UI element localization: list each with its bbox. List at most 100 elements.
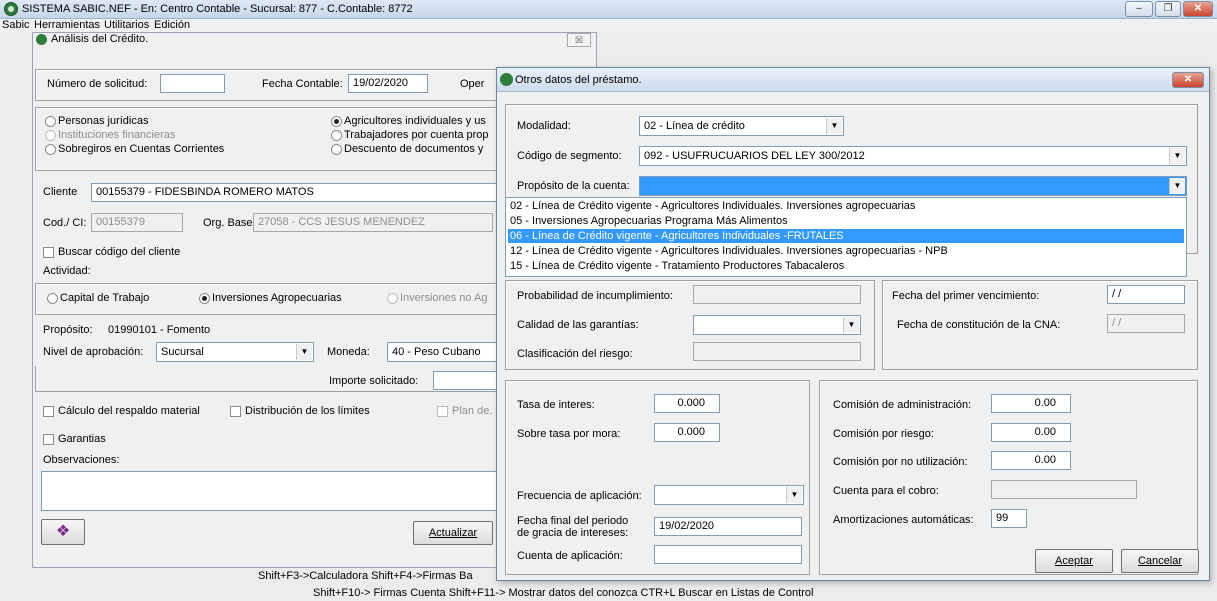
segmento-select[interactable]: 092 - USUFRUCUARIOS DEL LEY 300/2012 ▼ [639,146,1187,166]
trabajadores-label: Trabajadores por cuenta prop [344,129,489,141]
probabilidad-input [693,285,861,304]
radio-sobregiros[interactable] [45,144,56,155]
distribucion-label: Distribución de los límites [245,405,370,417]
otros-close-button[interactable]: ✕ [1172,72,1204,88]
buscar-cliente-checkbox[interactable] [43,247,54,258]
amortizaciones-input[interactable]: 99 [991,509,1027,528]
option-02[interactable]: 02 - Línea de Crédito vigente - Agricult… [508,199,1184,213]
menu-sabic[interactable]: Sabic [2,19,30,32]
nivel-aprobacion-select[interactable]: Sucursal ▼ [156,342,314,362]
close-button[interactable]: ✕ [1183,1,1213,17]
credit-window-title: Análisis del Crédito. [51,33,149,45]
sobretasa-input[interactable]: 0.000 [654,423,720,442]
clasificacion-input [693,342,861,361]
moneda-select[interactable]: 40 - Peso Cubano [387,342,499,362]
importe-input[interactable] [433,371,503,390]
agricultores-label: Agricultores individuales y us [344,115,486,127]
modalidad-select[interactable]: 02 - Línea de crédito ▼ [639,116,844,136]
radio-instituciones [45,130,56,141]
radio-inversiones-agro[interactable] [199,293,210,304]
calculo-checkbox[interactable] [43,406,54,417]
radio-inversiones-no-ag [387,293,398,304]
segmento-label: Código de segmento: [517,150,622,162]
probabilidad-label: Probabilidad de incumplimiento: [517,290,673,302]
frecuencia-select[interactable]: ▼ [654,485,804,505]
observaciones-textarea[interactable] [41,471,501,511]
cuenta-cobro-input [991,480,1137,499]
menu-herramientas[interactable]: Herramientas [34,19,100,32]
option-05[interactable]: 05 - Inversiones Agropecuarias Programa … [508,214,1184,228]
frecuencia-label: Frecuencia de aplicación: [517,490,642,502]
cod-ci-label: Cod./ CI: [43,217,87,229]
minimize-button[interactable]: – [1125,1,1153,17]
com-admin-input[interactable]: 0.00 [991,394,1071,413]
calidad-label: Calidad de las garantías: [517,319,639,331]
fecha-contable-input[interactable]: 19/02/2020 [348,74,428,93]
segmento-value: 092 - USUFRUCUARIOS DEL LEY 300/2012 [644,150,865,162]
radio-agricultores[interactable] [331,116,342,127]
personas-juridicas-label: Personas jurídicas [58,115,149,127]
fecha-contable-label: Fecha Contable: [262,78,343,90]
book-icon-button[interactable]: ❖ [41,519,85,545]
option-12[interactable]: 12 - Línea de Crédito vigente - Agricult… [508,244,1184,258]
tasa-input[interactable]: 0.000 [654,394,720,413]
garantias-label: Garantias [58,433,106,445]
proposito-dropdown-list: 02 - Línea de Crédito vigente - Agricult… [505,197,1187,277]
num-solicitud-input[interactable] [160,74,225,93]
proposito-cuenta-label: Propósito de la cuenta: [517,180,630,192]
primer-venc-input[interactable]: / / [1107,285,1185,304]
plan-checkbox [437,406,448,417]
aceptar-button[interactable]: Aceptar [1035,549,1113,573]
maximize-button[interactable]: ❐ [1155,1,1181,17]
cna-label: Fecha de constitución de la CNA: [897,319,1061,331]
modalidad-value: 02 - Línea de crédito [644,120,745,132]
cuenta-aplicacion-input[interactable] [654,545,802,564]
com-riesgo-label: Comisión por riesgo: [833,428,934,440]
chevron-down-icon: ▼ [786,487,802,503]
calidad-select[interactable]: ▼ [693,315,861,335]
com-riesgo-input[interactable]: 0.00 [991,423,1071,442]
nivel-aprobacion-value: Sucursal [161,346,204,358]
cna-input: / / [1107,314,1185,333]
radio-trabajadores[interactable] [331,130,342,141]
actividad-label: Actividad: [43,265,91,277]
radio-capital-trabajo[interactable] [47,293,58,304]
primer-venc-label: Fecha del primer vencimiento: [892,290,1040,302]
cancelar-button[interactable]: Cancelar [1121,549,1199,573]
app-icon [4,2,18,16]
actualizar-label: Actualizar [428,527,478,539]
cliente-label: Cliente [43,186,78,198]
fecha-final-input[interactable]: 19/02/2020 [654,517,802,536]
menu-bar: Sabic Herramientas Utilitarios Edición [0,19,1217,32]
menu-edicion[interactable]: Edición [154,19,190,32]
chevron-down-icon: ▼ [843,317,859,333]
app-title: SISTEMA SABIC.NEF - En: Centro Contable … [22,3,413,15]
proposito-cuenta-select[interactable]: ▼ [639,176,1187,196]
cuenta-aplicacion-label: Cuenta de aplicación: [517,550,623,562]
garantias-checkbox[interactable] [43,434,54,445]
tasa-label: Tasa de interes: [517,399,595,411]
radio-descuento[interactable] [331,144,342,155]
distribucion-checkbox[interactable] [230,406,241,417]
cuenta-cobro-label: Cuenta para el cobro: [833,485,939,497]
option-15[interactable]: 15 - Línea de Crédito vigente - Tratamie… [508,259,1184,273]
radio-personas-juridicas[interactable] [45,116,56,127]
descuento-label: Descuento de documentos y [344,143,484,155]
cliente-input[interactable]: 00155379 - FIDESBINDA ROMERO MATOS [91,183,501,202]
actualizar-button[interactable]: Actualizar [413,521,493,545]
cod-ci-input: 00155379 [91,213,183,232]
importe-label: Importe solicitado: [329,375,419,387]
option-06[interactable]: 06 - Línea de Crédito vigente - Agricult… [508,229,1184,243]
com-noutil-input[interactable]: 0.00 [991,451,1071,470]
proposito-label: Propósito: [43,324,93,336]
window-icon [36,34,47,45]
sobretasa-label: Sobre tasa por mora: [517,428,621,440]
moneda-label: Moneda: [327,346,370,358]
clasificacion-label: Clasificación del riesgo: [517,348,633,360]
footer-shortcuts-2: Shift+F10-> Firmas Cuenta Shift+F11-> Mo… [313,587,814,599]
credit-close-button[interactable]: ☒ [567,33,591,47]
moneda-value: 40 - Peso Cubano [392,346,481,358]
menu-utilitarios[interactable]: Utilitarios [104,19,149,32]
cancelar-label: Cancelar [1137,555,1183,567]
footer-shortcuts-1: Shift+F3->Calculadora Shift+F4->Firmas B… [258,570,473,582]
